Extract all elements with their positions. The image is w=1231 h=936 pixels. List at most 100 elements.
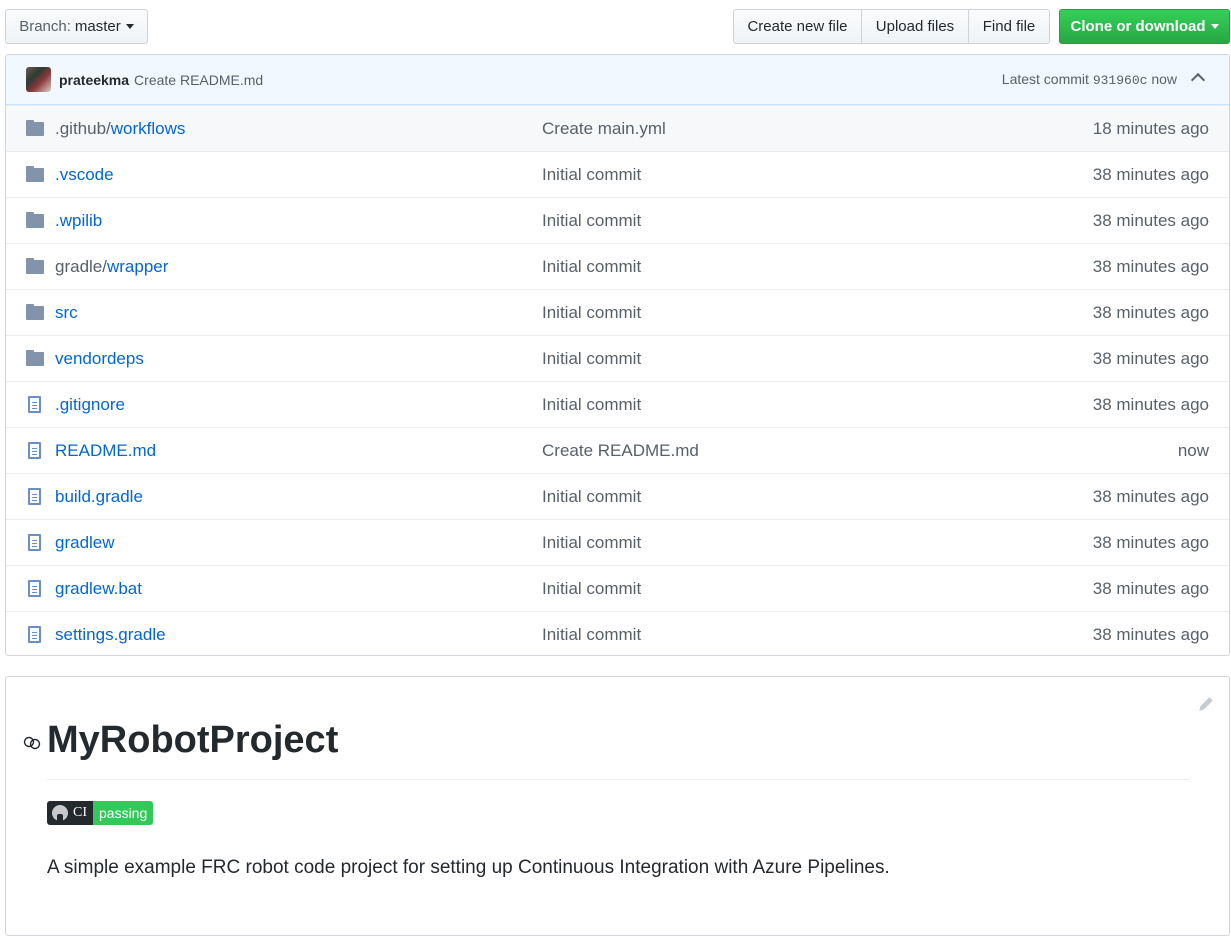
- file-age: 38 minutes ago: [1092, 394, 1209, 414]
- file-commit-message[interactable]: Create README.md: [542, 441, 699, 461]
- caret-down-icon: [1210, 24, 1219, 29]
- folder-icon: [26, 166, 44, 182]
- file-commit-message[interactable]: Initial commit: [542, 579, 641, 599]
- file-shape: [28, 534, 41, 551]
- path-prefix: gradle/: [55, 256, 107, 276]
- commit-time: now: [1151, 71, 1177, 87]
- file-name-link[interactable]: .wpilib: [55, 211, 102, 231]
- branch-value: master: [74, 18, 121, 35]
- file-row[interactable]: gradle/wrapper Initial commit 38 minutes a…: [6, 243, 1229, 289]
- file-age: 38 minutes ago: [1092, 302, 1209, 322]
- file-shape: [28, 580, 41, 597]
- file-name: gradlew.bat: [55, 578, 142, 598]
- latest-commit-info: Latest commit 931960c now: [1002, 71, 1177, 88]
- chevron-up-icon[interactable]: [1190, 72, 1206, 88]
- file-name: gradlew: [55, 532, 115, 552]
- repo-toolbar: Branch: master Create new file Upload fi…: [0, 0, 1231, 54]
- branch-selector-button[interactable]: Branch: master: [5, 9, 148, 44]
- latest-commit-bar: prateekma Create README.md Latest commit…: [6, 55, 1229, 105]
- file-name: .gitignore: [55, 394, 125, 414]
- file-name-link[interactable]: README.md: [55, 441, 156, 461]
- file-icon: [26, 442, 44, 459]
- pencil-icon[interactable]: [1197, 695, 1215, 713]
- github-icon: [52, 805, 68, 821]
- commit-sha[interactable]: 931960c: [1093, 73, 1148, 88]
- file-name: wrapper: [106, 256, 169, 276]
- file-commit-message[interactable]: Initial commit: [542, 211, 641, 231]
- file-age: 38 minutes ago: [1092, 210, 1209, 230]
- file-age: 38 minutes ago: [1092, 578, 1209, 598]
- file-row[interactable]: vendordeps Initial commit 38 minutes ago: [6, 335, 1229, 381]
- upload-files-button[interactable]: Upload files: [861, 9, 969, 44]
- file-name-link[interactable]: .gitignore: [55, 395, 125, 415]
- file-age: now: [1177, 440, 1209, 460]
- file-name-link[interactable]: .vscode: [55, 165, 114, 185]
- file-name-link[interactable]: build.gradle: [55, 487, 143, 507]
- avatar[interactable]: [26, 67, 51, 92]
- file-commit-message[interactable]: Initial commit: [542, 303, 641, 323]
- file-rows: .github/workflows Create main.yml 18 minut…: [6, 105, 1229, 655]
- folder-shape: [26, 212, 44, 228]
- commit-message[interactable]: Create README.md: [134, 72, 263, 88]
- readme-title: MyRobotProject: [47, 719, 339, 761]
- file-list: prateekma Create README.md Latest commit…: [5, 54, 1230, 656]
- file-age: 38 minutes ago: [1092, 486, 1209, 506]
- file-shape: [28, 396, 41, 413]
- file-name: workflows: [110, 118, 186, 138]
- file-row[interactable]: .github/workflows Create main.yml 18 minut…: [6, 105, 1229, 151]
- title-divider: [47, 779, 1189, 780]
- file-commit-message[interactable]: Initial commit: [542, 395, 641, 415]
- path-prefix: .github/: [55, 118, 111, 138]
- file-commit-message[interactable]: Initial commit: [542, 487, 641, 507]
- folder-icon: [26, 212, 44, 228]
- folder-shape: [26, 304, 44, 320]
- file-row[interactable]: .gitignore Initial commit 38 minutes ago: [6, 381, 1229, 427]
- file-commit-message[interactable]: Initial commit: [542, 533, 641, 553]
- file-name: .wpilib: [55, 210, 103, 230]
- file-row[interactable]: settings.gradle Initial commit 38 minutes …: [6, 611, 1229, 655]
- file-age: 38 minutes ago: [1092, 256, 1209, 276]
- file-commit-message[interactable]: Initial commit: [542, 165, 641, 185]
- commit-author[interactable]: prateekma: [59, 72, 129, 88]
- file-row[interactable]: gradlew Initial commit 38 minutes ago: [6, 519, 1229, 565]
- file-icon: [26, 396, 44, 413]
- file-age: 38 minutes ago: [1092, 164, 1209, 184]
- file-row[interactable]: gradlew.bat Initial commit 38 minutes ago: [6, 565, 1229, 611]
- file-icon: [26, 580, 44, 597]
- clone-or-download-button[interactable]: Clone or download: [1059, 9, 1230, 44]
- file-icon: [26, 534, 44, 551]
- file-age: 38 minutes ago: [1092, 532, 1209, 552]
- file-name: vendordeps: [55, 348, 144, 368]
- file-row[interactable]: build.gradle Initial commit 38 minutes ago: [6, 473, 1229, 519]
- folder-shape: [26, 258, 44, 274]
- folder-icon: [26, 304, 44, 320]
- branch-label: Branch:: [19, 18, 71, 35]
- file-name-link[interactable]: src: [55, 303, 78, 323]
- file-name-link[interactable]: gradlew.bat: [55, 579, 142, 599]
- file-row[interactable]: README.md Create README.md now: [6, 427, 1229, 473]
- file-name-link[interactable]: gradlew: [55, 533, 115, 553]
- file-row[interactable]: .vscode Initial commit 38 minutes ago: [6, 151, 1229, 197]
- file-name-link[interactable]: settings.gradle: [55, 625, 166, 645]
- file-commit-message[interactable]: Initial commit: [542, 349, 641, 369]
- caret-down-icon: [125, 24, 134, 29]
- file-row[interactable]: .wpilib Initial commit 38 minutes ago: [6, 197, 1229, 243]
- file-name-link[interactable]: vendordeps: [55, 349, 144, 369]
- file-name-link[interactable]: .github/workflows: [55, 119, 185, 139]
- link-icon[interactable]: [22, 735, 42, 751]
- file-commit-message[interactable]: Initial commit: [542, 625, 641, 645]
- file-shape: [28, 488, 41, 505]
- file-name: build.gradle: [55, 486, 143, 506]
- folder-shape: [26, 120, 44, 136]
- folder-icon: [26, 120, 44, 136]
- create-new-file-button[interactable]: Create new file: [733, 9, 862, 44]
- find-file-button[interactable]: Find file: [968, 9, 1050, 44]
- ci-status-badge[interactable]: CI passing: [47, 801, 154, 825]
- file-commit-message[interactable]: Initial commit: [542, 257, 641, 277]
- file-name: .vscode: [55, 164, 114, 184]
- folder-shape: [26, 166, 44, 182]
- file-row[interactable]: src Initial commit 38 minutes ago: [6, 289, 1229, 335]
- file-commit-message[interactable]: Create main.yml: [542, 119, 666, 139]
- file-actions-group: Create new file Upload files Find file: [733, 9, 1050, 44]
- file-name-link[interactable]: gradle/wrapper: [55, 257, 168, 277]
